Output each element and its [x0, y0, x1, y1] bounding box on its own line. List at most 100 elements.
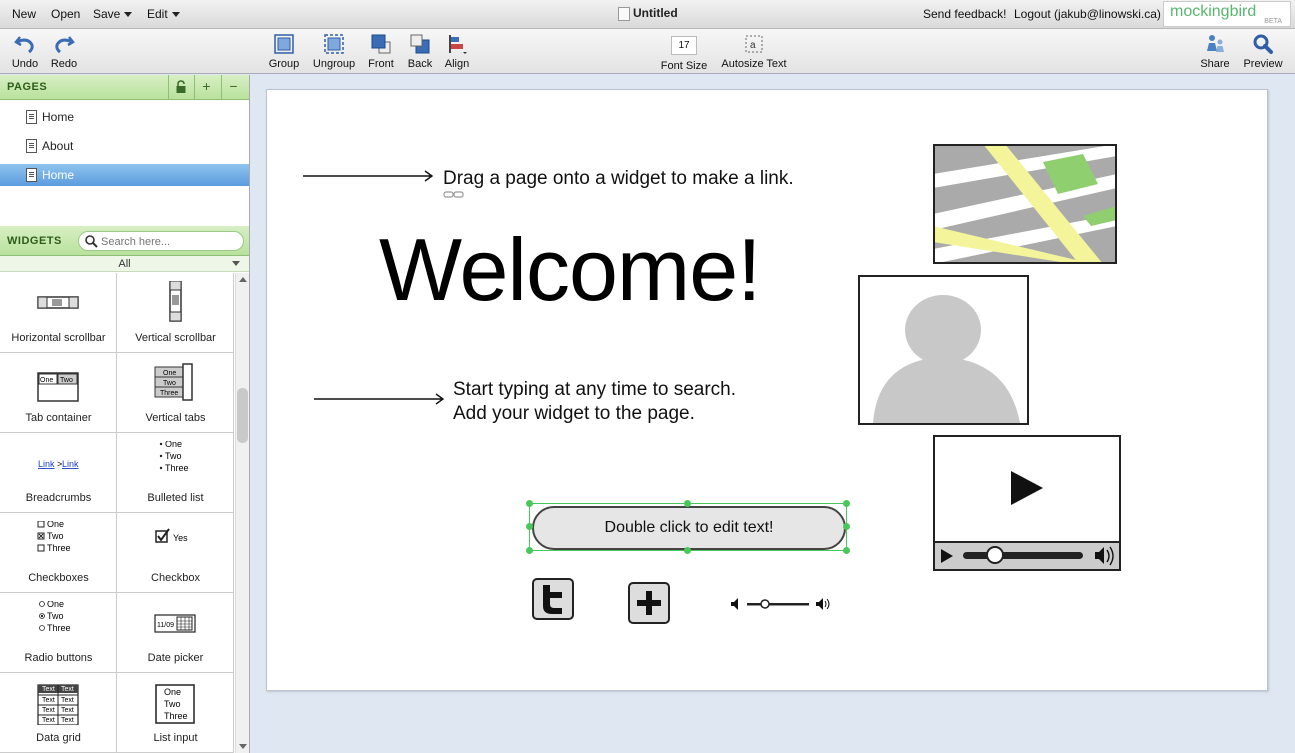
welcome-heading[interactable]: Welcome!	[379, 222, 762, 318]
logout-link[interactable]: Logout (jakub@linowski.ca)	[1014, 7, 1161, 21]
widget-list-input[interactable]: One Two Three List input	[117, 673, 234, 753]
resize-handle[interactable]	[526, 500, 533, 507]
page-item-home[interactable]: Home	[0, 106, 249, 128]
checkboxes-icon: One Two Three	[37, 521, 71, 553]
send-feedback-link[interactable]: Send feedback!	[923, 7, 1006, 21]
video-player-icon[interactable]	[933, 435, 1121, 571]
autosize-text-button[interactable]: a Autosize Text	[718, 33, 790, 70]
lock-page-button[interactable]	[168, 75, 192, 99]
grid-cell-text: Text	[61, 707, 74, 714]
widget-data-grid[interactable]: Text Text Text Text Text Text Text Text Data gr…	[0, 673, 117, 753]
search-input[interactable]	[101, 234, 239, 249]
widget-vertical-scrollbar[interactable]: Vertical scrollbar	[117, 273, 234, 353]
redo-button[interactable]: Redo	[49, 33, 79, 70]
new-menu[interactable]: New	[12, 7, 36, 21]
radio-two-text: Two	[47, 611, 64, 621]
redo-icon	[55, 36, 75, 54]
checkbox-icon: Yes	[155, 528, 188, 543]
resize-handle[interactable]	[526, 547, 533, 554]
crumb-link-2: Link	[62, 459, 79, 469]
twitter-icon[interactable]	[532, 578, 574, 620]
widgets-header: WIDGETS	[0, 226, 249, 256]
back-button[interactable]: Back	[405, 33, 435, 70]
widget-date-picker[interactable]: 11/09 Date picker	[117, 593, 234, 673]
edit-text-button[interactable]: Double click to edit text!	[532, 506, 846, 550]
widget-label: Data grid	[36, 732, 81, 744]
breadcrumbs-icon: Link > Link	[38, 459, 79, 469]
widget-checkbox[interactable]: Yes Checkbox	[117, 513, 234, 593]
plus-icon[interactable]	[628, 582, 670, 624]
widget-scrollbar[interactable]	[235, 273, 249, 753]
front-button[interactable]: Front	[366, 33, 396, 70]
widget-breadcrumbs[interactable]: Link > Link Breadcrumbs	[0, 433, 117, 513]
align-button[interactable]: Align	[443, 33, 471, 70]
document-title-text: Untitled	[633, 6, 678, 20]
widget-radio-buttons[interactable]: One Two Three Radio buttons	[0, 593, 117, 673]
minus-icon: −	[229, 78, 238, 94]
share-button[interactable]: Share	[1199, 33, 1231, 70]
scroll-thumb[interactable]	[237, 388, 248, 443]
grid-cell-text: Text	[42, 707, 55, 714]
widget-search[interactable]	[78, 231, 244, 251]
image-placeholder-icon[interactable]	[858, 275, 1029, 425]
add-page-button[interactable]: +	[194, 75, 218, 99]
widget-horizontal-scrollbar[interactable]: Horizontal scrollbar	[0, 273, 117, 353]
magnifier-icon	[1253, 34, 1273, 54]
page-item-home-selected[interactable]: Home	[0, 164, 249, 186]
map-widget-icon[interactable]	[933, 144, 1117, 264]
search-hint-line-2: Add your widget to the page.	[453, 403, 695, 424]
font-size-label: Font Size	[660, 60, 708, 72]
open-menu[interactable]: Open	[51, 7, 80, 21]
check-three-text: Three	[47, 543, 71, 553]
widget-checkboxes[interactable]: One Two Three Checkboxes	[0, 513, 117, 593]
save-menu-label: Save	[93, 7, 121, 21]
list-input-icon: One Two Three	[155, 684, 195, 724]
widget-vertical-tabs[interactable]: One Two Three Vertical tabs	[117, 353, 234, 433]
scroll-down-icon[interactable]	[239, 744, 247, 749]
arrow-right-icon	[314, 393, 445, 405]
remove-page-button[interactable]: −	[221, 75, 245, 99]
widget-label: Checkboxes	[28, 572, 89, 584]
date-picker-icon: 11/09	[154, 614, 196, 633]
plus-icon: +	[202, 78, 211, 94]
ungroup-label: Ungroup	[312, 58, 356, 70]
ungroup-button[interactable]: Ungroup	[311, 33, 357, 70]
undo-label: Undo	[11, 58, 39, 70]
search-hint-text: Start typing at any time to search. Add …	[453, 378, 736, 426]
document-icon	[618, 6, 630, 21]
undo-button[interactable]: Undo	[10, 33, 40, 70]
edit-menu[interactable]: Edit	[147, 7, 180, 21]
preview-button[interactable]: Preview	[1242, 33, 1284, 70]
share-label: Share	[1200, 58, 1230, 70]
design-canvas[interactable]: Drag a page onto a widget to make a link…	[266, 89, 1268, 691]
bullet-two-text: Two	[165, 451, 182, 461]
save-menu[interactable]: Save	[93, 7, 133, 21]
widget-label: Bulleted list	[147, 492, 204, 504]
vtab-one-text: One	[163, 370, 176, 377]
widget-label: Tab container	[25, 412, 92, 424]
autosize-text-icon: a	[745, 35, 763, 53]
widget-label: Vertical tabs	[145, 412, 206, 424]
widget-grid: Horizontal scrollbar Vertical scrollbar …	[0, 273, 234, 753]
grid-cell-text: Text	[42, 686, 55, 693]
document-title[interactable]: Untitled	[618, 6, 678, 21]
widget-label: Breadcrumbs	[25, 492, 92, 504]
widget-bulleted-list[interactable]: One Two Three Bulleted list	[117, 433, 234, 513]
resize-handle[interactable]	[843, 500, 850, 507]
back-label: Back	[407, 58, 433, 70]
chevron-down-icon	[232, 261, 240, 266]
widget-filter-select[interactable]: All	[0, 256, 249, 272]
radio-one-text: One	[47, 601, 64, 609]
widget-label: Date picker	[147, 652, 204, 664]
scroll-up-icon[interactable]	[239, 277, 247, 282]
widget-label: Checkbox	[151, 572, 200, 584]
widget-tab-container[interactable]: One Two Tab container	[0, 353, 117, 433]
resize-handle[interactable]	[843, 547, 850, 554]
widget-label: Horizontal scrollbar	[11, 332, 106, 344]
radio-buttons-icon: One Two Three	[39, 601, 71, 633]
page-item-about[interactable]: About	[0, 135, 249, 157]
font-size-input[interactable]: 17	[671, 36, 697, 55]
group-button[interactable]: Group	[267, 33, 301, 70]
volume-slider-icon[interactable]	[730, 596, 832, 612]
grid-cell-text: Text	[61, 686, 74, 693]
